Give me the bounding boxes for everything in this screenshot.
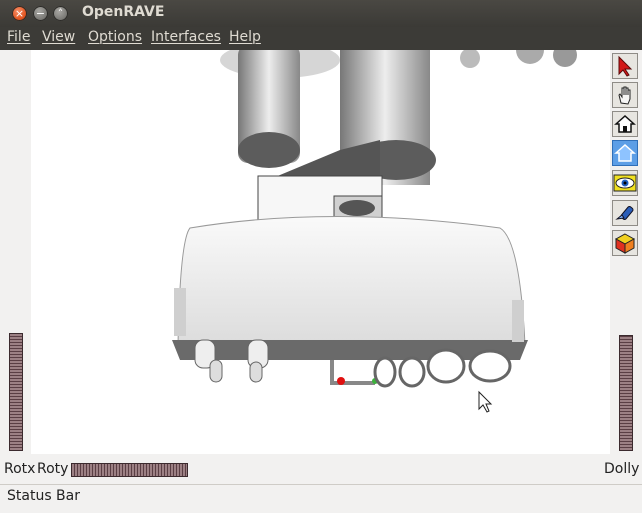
menu-file[interactable]: File	[7, 29, 30, 45]
hand-icon	[618, 86, 631, 105]
flashlight-icon	[615, 206, 634, 220]
seek-button[interactable]	[612, 200, 638, 226]
dolly-wheel[interactable]	[619, 335, 633, 451]
status-bar: Status Bar	[0, 484, 642, 513]
menu-interfaces[interactable]: Interfaces	[151, 29, 221, 45]
select-tool-button[interactable]	[612, 53, 638, 79]
status-text: Status Bar	[7, 488, 81, 504]
gripper-palm	[172, 216, 528, 360]
arrow-pointer-icon	[618, 55, 633, 77]
menu-help[interactable]: Help	[229, 29, 261, 45]
menu-bar: File View Options Interfaces Help	[0, 27, 642, 50]
rotx-label: Rotx	[4, 461, 36, 477]
view-tool-button[interactable]	[612, 82, 638, 108]
minimize-button[interactable]: −	[33, 6, 48, 21]
close-button[interactable]: ×	[12, 6, 27, 21]
view-all-button[interactable]	[612, 170, 638, 196]
menu-options[interactable]: Options	[88, 29, 142, 45]
rotx-wheel[interactable]	[9, 333, 23, 451]
3d-viewport[interactable]	[31, 50, 610, 454]
robot-scene	[172, 50, 577, 413]
set-home-icon	[614, 143, 636, 162]
roty-label: Roty	[37, 461, 69, 477]
home-view-button[interactable]	[612, 111, 638, 137]
title-bar: × − ˄ OpenRAVE	[0, 0, 642, 27]
maximize-button[interactable]: ˄	[53, 6, 68, 21]
wrist	[257, 175, 383, 223]
cube-icon	[614, 233, 636, 254]
upper-arm	[220, 50, 577, 185]
window-title: OpenRAVE	[82, 4, 165, 20]
dolly-label: Dolly	[604, 461, 640, 477]
eye-icon	[613, 174, 637, 192]
menu-view[interactable]: View	[42, 29, 75, 45]
home-icon	[614, 114, 636, 133]
projection-button[interactable]	[612, 230, 638, 256]
mouse-cursor-icon	[478, 390, 493, 413]
roty-wheel[interactable]	[71, 463, 188, 477]
set-home-button[interactable]	[612, 140, 638, 166]
